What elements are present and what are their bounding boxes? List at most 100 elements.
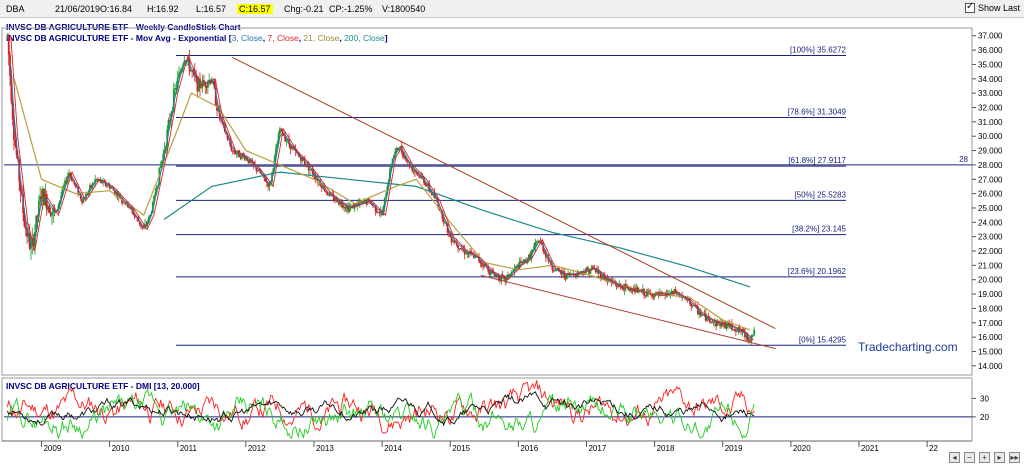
x-axis-tick-label: 2009 [43, 444, 61, 453]
candle-body [285, 140, 288, 142]
candle-body [51, 211, 53, 216]
x-axis-tick-label: 2015 [452, 444, 470, 453]
fib-level-label: [23.6%] 20.1962 [788, 267, 847, 276]
watermark-text: Tradecharting.com [858, 340, 958, 354]
y-axis-tick-label: 25.000 [978, 204, 1003, 213]
x-axis-tick-label: 2021 [861, 444, 879, 453]
candle-body [406, 159, 408, 162]
scroll-left-icon[interactable]: ◂ [949, 452, 960, 463]
dmi-y-tick-label: 30 [980, 394, 989, 403]
candle-body [503, 275, 505, 277]
y-axis-tick-label: 37.000 [978, 32, 1003, 41]
candle-body [736, 331, 739, 333]
candle-body [465, 253, 467, 255]
candle-body [753, 329, 756, 335]
fib-level-label: [78.6%] 31.3049 [788, 107, 847, 116]
candle-body [442, 218, 445, 223]
candle-body [459, 248, 462, 250]
level-28-label: 28 [959, 155, 968, 164]
x-axis-tick-label: 2012 [248, 444, 266, 453]
x-axis-tick-label: 2019 [725, 444, 743, 453]
x-axis-tick-label: 2010 [112, 444, 130, 453]
candle-body [501, 274, 504, 276]
zoom-in-icon[interactable]: + [979, 452, 990, 463]
y-axis-tick-label: 35.000 [978, 60, 1003, 69]
fib-level-label: [100%] 35.6272 [790, 45, 847, 54]
y-axis-tick-label: 33.000 [978, 89, 1003, 98]
y-axis-tick-label: 24.000 [978, 218, 1003, 227]
candle-body [348, 207, 351, 212]
scroll-end-icon[interactable]: ▸▸ [1009, 452, 1020, 463]
y-axis-tick-label: 16.000 [978, 333, 1003, 342]
candle-body [554, 270, 556, 272]
dmi-plus-line [6, 388, 755, 440]
candle-body [453, 240, 456, 243]
fib-level-label: [61.8%] 27.9117 [788, 156, 846, 165]
chart-navigation: ◂ − + ▸ ▸▸ [949, 452, 1020, 463]
candle-body [324, 190, 327, 192]
x-axis-tick-label: 2013 [316, 444, 334, 453]
candle-body [514, 266, 517, 269]
candle-body [368, 198, 370, 200]
x-axis-tick-label: 22 [929, 444, 938, 453]
x-axis-tick-label: 2011 [180, 444, 198, 453]
candle-body [592, 266, 594, 268]
candle-body [748, 339, 750, 341]
price-chart[interactable]: [100%] 35.6272 [78.6%] 31.3049 [61.8%] 27.… [0, 0, 1024, 466]
candle-body [203, 80, 205, 83]
y-axis-tick-label: 34.000 [978, 75, 1003, 84]
y-axis-tick-label: 28.000 [978, 161, 1003, 170]
y-axis-tick-label: 36.000 [978, 46, 1003, 55]
candle-body [24, 226, 27, 230]
ema-7-line [10, 35, 754, 341]
y-axis-tick-label: 32.000 [978, 103, 1003, 112]
dmi-y-tick-label: 20 [980, 413, 989, 422]
candle-body [520, 261, 522, 263]
candle-body [30, 245, 32, 249]
y-axis-tick-label: 19.000 [978, 290, 1003, 299]
candle-body [424, 183, 427, 186]
candle-body [712, 321, 715, 323]
candle-body [734, 329, 737, 332]
y-axis-tick-label: 27.000 [978, 175, 1003, 184]
y-axis-tick-label: 18.000 [978, 304, 1003, 313]
fib-level-label: [50%] 25.5283 [794, 190, 846, 199]
zoom-out-icon[interactable]: − [964, 452, 975, 463]
candle-body [725, 324, 728, 329]
x-axis-tick-label: 2018 [657, 444, 675, 453]
scroll-right-icon[interactable]: ▸ [994, 452, 1005, 463]
x-axis-tick-label: 2014 [384, 444, 402, 453]
y-axis-tick-label: 17.000 [978, 319, 1003, 328]
fib-level-label: [0%] 15.4295 [799, 335, 847, 344]
candle-body [479, 260, 482, 264]
x-axis-tick-label: 2017 [588, 444, 606, 453]
candle-body [457, 245, 459, 249]
candle-body [14, 139, 17, 146]
main-panel-frame [1, 27, 973, 376]
y-axis-tick-label: 22.000 [978, 247, 1003, 256]
candle-body [543, 251, 546, 253]
y-axis-tick-label: 26.000 [978, 190, 1003, 199]
candle-body [178, 73, 180, 78]
y-axis-tick-label: 14.000 [978, 362, 1003, 371]
candle-body [106, 185, 108, 187]
y-axis-tick-label: 20.000 [978, 276, 1003, 285]
candle-body [200, 87, 203, 88]
y-axis-tick-label: 23.000 [978, 233, 1003, 242]
y-axis-tick-label: 31.000 [978, 118, 1003, 127]
y-axis-tick-label: 21.000 [978, 261, 1003, 270]
y-axis-tick-label: 30.000 [978, 132, 1003, 141]
dmi-chart-title: INVSC DB AGRICULTURE ETF - DMI [13, 20.0… [6, 381, 200, 391]
candle-body [9, 54, 11, 76]
candle-body [7, 34, 10, 55]
x-axis-tick-label: 2020 [793, 444, 811, 453]
x-axis-tick-label: 2016 [520, 444, 538, 453]
y-axis-tick-label: 15.000 [978, 347, 1003, 356]
candle-body [551, 266, 554, 271]
y-axis-tick-label: 29.000 [978, 147, 1003, 156]
candle-body [48, 206, 51, 213]
candle-body [586, 267, 589, 270]
candle-body [534, 242, 537, 246]
candle-body [235, 153, 238, 155]
candle-body [159, 166, 162, 168]
